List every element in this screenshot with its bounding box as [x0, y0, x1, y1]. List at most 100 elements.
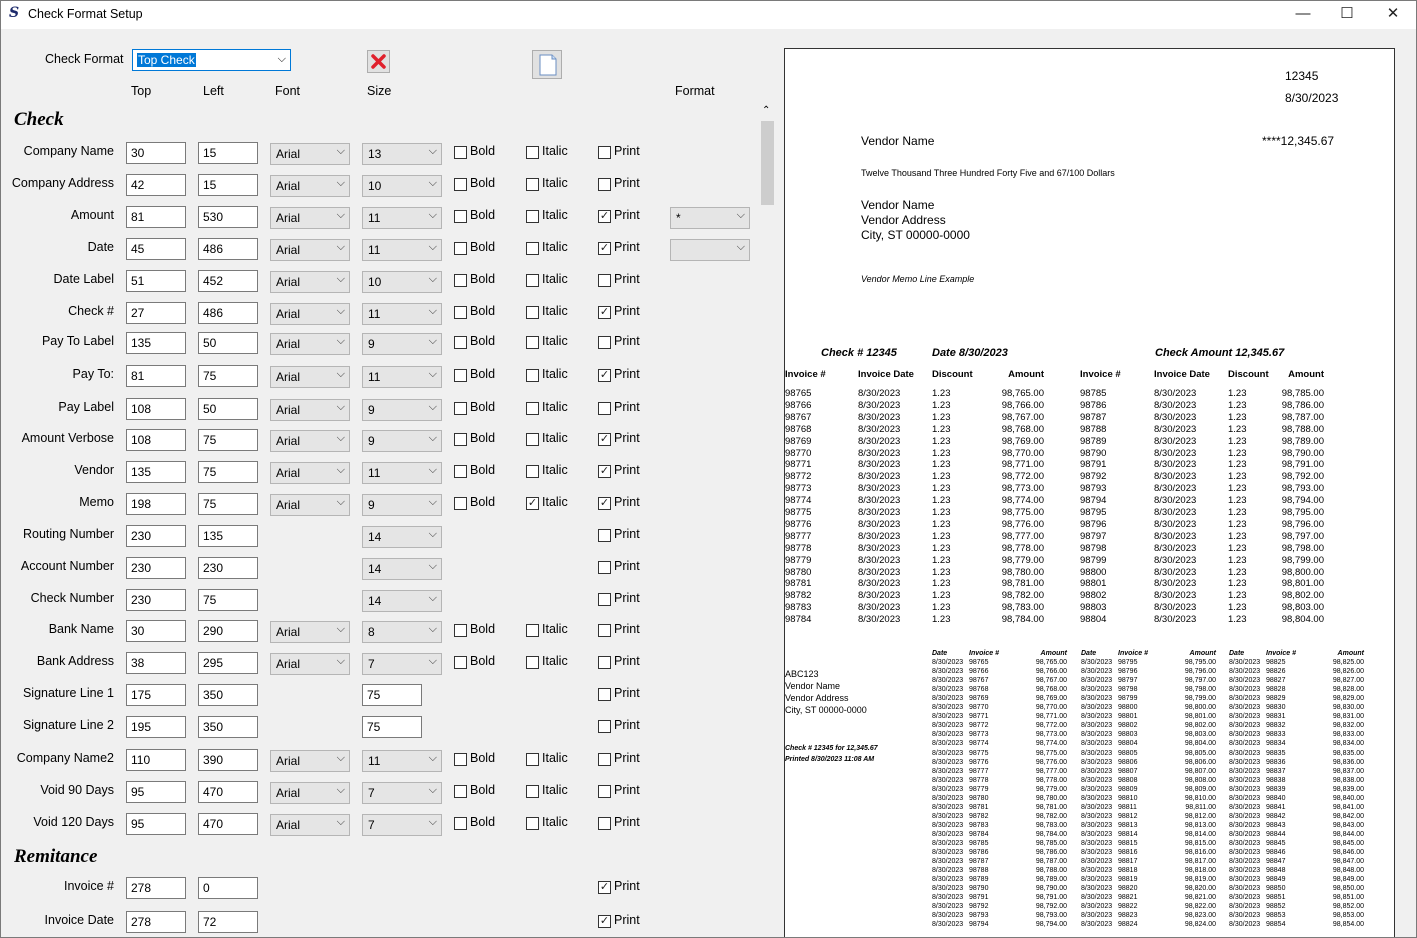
print-check-number-checkbox[interactable]: [598, 593, 611, 606]
top-input-account-number[interactable]: 230: [126, 557, 186, 579]
bold-date-checkbox[interactable]: [454, 242, 467, 255]
italic-company-name-checkbox[interactable]: [526, 146, 539, 159]
font-select-company-address[interactable]: Arial ⌵: [270, 175, 350, 197]
top-input-amount[interactable]: 81: [126, 206, 186, 228]
size-select-void-120-days[interactable]: 7 ⌵: [362, 814, 442, 836]
bold-vendor-checkbox[interactable]: [454, 465, 467, 478]
format-select-amount[interactable]: * ⌵: [670, 207, 750, 229]
font-select-pay-to-label[interactable]: Arial ⌵: [270, 333, 350, 355]
left-input-check[interactable]: 486: [198, 302, 258, 324]
size-select-memo[interactable]: 9 ⌵: [362, 494, 442, 516]
close-button[interactable]: ✕: [1370, 1, 1416, 29]
bold-amount-checkbox[interactable]: [454, 210, 467, 223]
left-input-bank-address[interactable]: 295: [198, 652, 258, 674]
bold-company-address-checkbox[interactable]: [454, 178, 467, 191]
left-input-date[interactable]: 486: [198, 238, 258, 260]
left-input-routing-number[interactable]: 135: [198, 525, 258, 547]
delete-format-button[interactable]: [367, 50, 390, 73]
top-input-pay-to[interactable]: 81: [126, 365, 186, 387]
size-select-check[interactable]: 11 ⌵: [362, 303, 442, 325]
italic-pay-label-checkbox[interactable]: [526, 402, 539, 415]
italic-date-checkbox[interactable]: [526, 242, 539, 255]
check-format-select[interactable]: Top Check ⌵: [132, 49, 291, 71]
size-select-date-label[interactable]: 10 ⌵: [362, 271, 442, 293]
minimize-button[interactable]: —: [1280, 1, 1326, 29]
top-input-company-name2[interactable]: 110: [126, 749, 186, 771]
vertical-scrollbar[interactable]: ⌃: [759, 105, 776, 937]
size-select-company-address[interactable]: 10 ⌵: [362, 175, 442, 197]
size-select-routing-number[interactable]: 14 ⌵: [362, 526, 442, 548]
remit-left-input-invoice[interactable]: 0: [198, 877, 258, 899]
top-input-date[interactable]: 45: [126, 238, 186, 260]
italic-void-90-days-checkbox[interactable]: [526, 785, 539, 798]
italic-amount-checkbox[interactable]: [526, 210, 539, 223]
print-company-name-checkbox[interactable]: [598, 146, 611, 159]
print-memo-checkbox[interactable]: ✓: [598, 497, 611, 510]
bold-pay-to-label-checkbox[interactable]: [454, 336, 467, 349]
size-select-company-name2[interactable]: 11 ⌵: [362, 750, 442, 772]
font-select-pay-label[interactable]: Arial ⌵: [270, 399, 350, 421]
top-input-bank-address[interactable]: 38: [126, 652, 186, 674]
left-input-void-120-days[interactable]: 470: [198, 813, 258, 835]
size-select-pay-to[interactable]: 11 ⌵: [362, 366, 442, 388]
size-input-signature-line-2[interactable]: 75: [362, 716, 422, 738]
bold-void-90-days-checkbox[interactable]: [454, 785, 467, 798]
italic-bank-address-checkbox[interactable]: [526, 656, 539, 669]
top-input-signature-line-1[interactable]: 175: [126, 684, 186, 706]
size-select-bank-name[interactable]: 8 ⌵: [362, 621, 442, 643]
top-input-pay-label[interactable]: 108: [126, 398, 186, 420]
italic-pay-to-label-checkbox[interactable]: [526, 336, 539, 349]
font-select-amount-verbose[interactable]: Arial ⌵: [270, 430, 350, 452]
left-input-pay-to-label[interactable]: 50: [198, 332, 258, 354]
size-select-check-number[interactable]: 14 ⌵: [362, 590, 442, 612]
left-input-amount-verbose[interactable]: 75: [198, 429, 258, 451]
top-input-check-number[interactable]: 230: [126, 589, 186, 611]
print-vendor-checkbox[interactable]: ✓: [598, 465, 611, 478]
print-void-120-days-checkbox[interactable]: [598, 817, 611, 830]
maximize-button[interactable]: ☐: [1324, 1, 1370, 29]
print-signature-line-2-checkbox[interactable]: [598, 720, 611, 733]
size-select-date[interactable]: 11 ⌵: [362, 239, 442, 261]
italic-company-address-checkbox[interactable]: [526, 178, 539, 191]
print-signature-line-1-checkbox[interactable]: [598, 688, 611, 701]
font-select-date[interactable]: Arial ⌵: [270, 239, 350, 261]
remit-print-invoice-date-checkbox[interactable]: ✓: [598, 915, 611, 928]
size-select-vendor[interactable]: 11 ⌵: [362, 462, 442, 484]
italic-memo-checkbox[interactable]: ✓: [526, 497, 539, 510]
font-select-vendor[interactable]: Arial ⌵: [270, 462, 350, 484]
print-date-label-checkbox[interactable]: [598, 274, 611, 287]
print-company-name2-checkbox[interactable]: [598, 753, 611, 766]
top-input-amount-verbose[interactable]: 108: [126, 429, 186, 451]
font-select-memo[interactable]: Arial ⌵: [270, 494, 350, 516]
bold-company-name2-checkbox[interactable]: [454, 753, 467, 766]
font-select-amount[interactable]: Arial ⌵: [270, 207, 350, 229]
font-select-date-label[interactable]: Arial ⌵: [270, 271, 350, 293]
font-select-company-name2[interactable]: Arial ⌵: [270, 750, 350, 772]
size-select-amount[interactable]: 11 ⌵: [362, 207, 442, 229]
bold-void-120-days-checkbox[interactable]: [454, 817, 467, 830]
scrollbar-thumb[interactable]: [761, 121, 774, 205]
remit-left-input-invoice-date[interactable]: 72: [198, 911, 258, 933]
print-amount-checkbox[interactable]: ✓: [598, 210, 611, 223]
remit-print-invoice-checkbox[interactable]: ✓: [598, 881, 611, 894]
left-input-account-number[interactable]: 230: [198, 557, 258, 579]
left-input-signature-line-1[interactable]: 350: [198, 684, 258, 706]
font-select-void-90-days[interactable]: Arial ⌵: [270, 782, 350, 804]
italic-vendor-checkbox[interactable]: [526, 465, 539, 478]
top-input-routing-number[interactable]: 230: [126, 525, 186, 547]
left-input-pay-label[interactable]: 50: [198, 398, 258, 420]
preview-page-button[interactable]: [532, 50, 562, 79]
left-input-date-label[interactable]: 452: [198, 270, 258, 292]
font-select-void-120-days[interactable]: Arial ⌵: [270, 814, 350, 836]
left-input-company-address[interactable]: 15: [198, 174, 258, 196]
left-input-company-name[interactable]: 15: [198, 142, 258, 164]
top-input-signature-line-2[interactable]: 195: [126, 716, 186, 738]
remit-top-input-invoice[interactable]: 278: [126, 877, 186, 899]
font-select-bank-name[interactable]: Arial ⌵: [270, 621, 350, 643]
bold-bank-name-checkbox[interactable]: [454, 624, 467, 637]
left-input-vendor[interactable]: 75: [198, 461, 258, 483]
bold-pay-label-checkbox[interactable]: [454, 402, 467, 415]
left-input-void-90-days[interactable]: 470: [198, 781, 258, 803]
print-account-number-checkbox[interactable]: [598, 561, 611, 574]
size-select-pay-to-label[interactable]: 9 ⌵: [362, 333, 442, 355]
